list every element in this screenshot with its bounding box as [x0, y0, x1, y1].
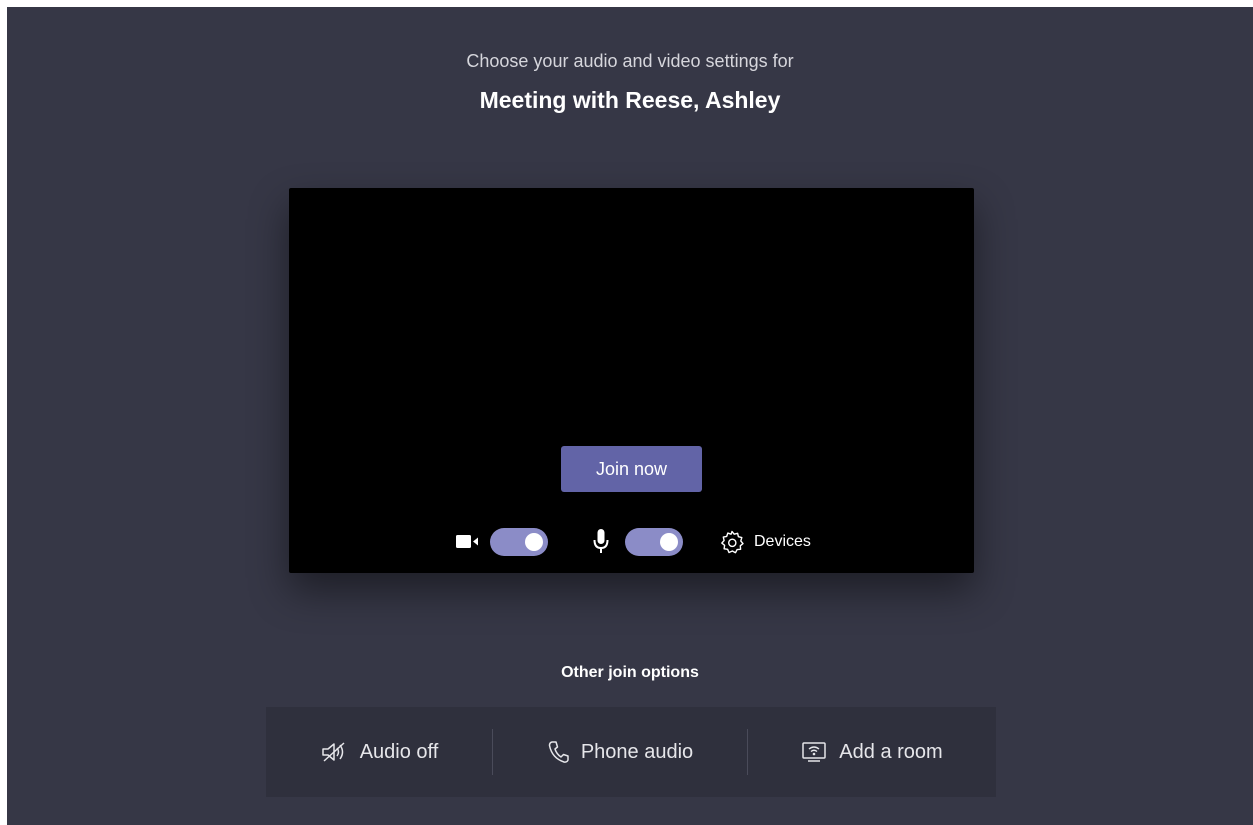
video-preview: Join now Devices: [289, 188, 974, 573]
gear-icon: [721, 530, 744, 554]
page-subtitle: Choose your audio and video settings for: [466, 51, 794, 71]
audio-off-label: Audio off: [359, 740, 439, 763]
devices-label: Devices: [754, 533, 811, 550]
join-now-button[interactable]: Join now: [561, 446, 702, 492]
camera-toggle-knob: [525, 533, 543, 551]
video-camera-icon: [456, 535, 478, 548]
devices-button[interactable]: Devices: [719, 527, 811, 557]
other-join-options-bar: Audio off Phone audio Add a room: [266, 707, 996, 797]
media-controls: Devices: [289, 525, 974, 559]
room-cast-icon: [802, 742, 827, 762]
other-join-options-heading: Other join options: [561, 664, 699, 681]
phone-audio-label: Phone audio: [580, 740, 694, 763]
speaker-off-icon: [321, 742, 345, 762]
add-room-label: Add a room: [839, 740, 943, 763]
microphone-toggle[interactable]: [625, 528, 683, 556]
microphone-icon: [593, 529, 609, 553]
microphone-toggle-knob: [660, 533, 678, 551]
phone-audio-option[interactable]: Phone audio: [493, 707, 747, 797]
meeting-title: Meeting with Reese, Ashley: [479, 87, 781, 113]
meeting-prejoin-screen: Choose your audio and video settings for…: [7, 7, 1253, 825]
audio-off-option[interactable]: Audio off: [266, 707, 492, 797]
add-room-option[interactable]: Add a room: [748, 707, 996, 797]
camera-toggle[interactable]: [490, 528, 548, 556]
phone-icon: [548, 741, 569, 763]
